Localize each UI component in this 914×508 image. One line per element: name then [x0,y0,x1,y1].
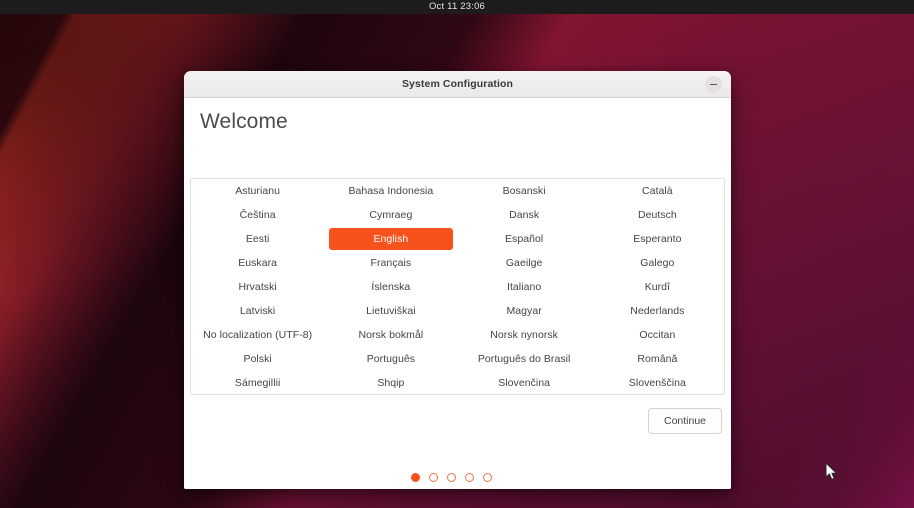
language-option[interactable]: Português do Brasil [458,347,591,371]
language-option[interactable]: Català [591,179,724,203]
language-option[interactable]: Polski [191,347,324,371]
language-option[interactable]: Lietuviškai [324,299,457,323]
page-dot[interactable] [447,473,456,482]
language-option[interactable]: Norsk nynorsk [458,323,591,347]
language-option[interactable]: Sámegillii [191,371,324,394]
continue-button[interactable]: Continue [648,408,722,434]
language-option[interactable]: Esperanto [591,227,724,251]
language-grid: Asturianu Bahasa Indonesia Bosanski Català Č… [191,179,724,394]
language-option[interactable]: Gaeilge [458,251,591,275]
language-option[interactable]: Português [324,347,457,371]
page-dot[interactable] [465,473,474,482]
page-dot[interactable] [483,473,492,482]
page-title: Welcome [200,110,288,133]
language-option[interactable]: Hrvatski [191,275,324,299]
page-dot[interactable] [411,473,420,482]
language-option[interactable]: Čeština [191,203,324,227]
language-option[interactable]: Euskara [191,251,324,275]
clock[interactable]: Oct 11 23:06 [0,0,914,14]
language-option[interactable]: English [329,228,453,250]
language-option[interactable]: Deutsch [591,203,724,227]
language-option[interactable]: Bosanski [458,179,591,203]
top-panel: Oct 11 23:06 [0,0,914,14]
language-option[interactable]: Latviski [191,299,324,323]
minimize-icon[interactable] [705,76,722,93]
language-option[interactable]: Asturianu [191,179,324,203]
language-option[interactable]: Italiano [458,275,591,299]
language-option[interactable]: Eesti [191,227,324,251]
language-option[interactable]: Bahasa Indonesia [324,179,457,203]
language-option[interactable]: Español [458,227,591,251]
language-option[interactable]: Occitan [591,323,724,347]
language-option[interactable]: Shqip [324,371,457,394]
window-body: Welcome Asturianu Bahasa Indonesia Bosansk… [184,98,731,489]
page-dot[interactable] [429,473,438,482]
language-option[interactable]: Slovenčina [458,371,591,394]
language-option[interactable]: Cymraeg [324,203,457,227]
system-configuration-window: System Configuration Welcome Asturianu Ba… [184,71,731,489]
language-option[interactable]: Français [324,251,457,275]
language-option[interactable]: Nederlands [591,299,724,323]
language-option[interactable]: Română [591,347,724,371]
page-indicator [411,473,492,482]
language-option[interactable]: Slovenščina [591,371,724,394]
window-titlebar[interactable]: System Configuration [184,71,731,98]
language-option[interactable]: Dansk [458,203,591,227]
desktop: Oct 11 23:06 System Configuration Welcom… [0,0,914,508]
window-title: System Configuration [401,78,514,90]
language-option[interactable]: Galego [591,251,724,275]
language-list[interactable]: Asturianu Bahasa Indonesia Bosanski Català Č… [190,178,725,395]
language-option[interactable]: No localization (UTF-8) [191,323,324,347]
language-option[interactable]: Kurdî [591,275,724,299]
language-option[interactable]: Íslenska [324,275,457,299]
language-option[interactable]: Magyar [458,299,591,323]
language-option[interactable]: Norsk bokmål [324,323,457,347]
minimize-dash [710,83,717,86]
